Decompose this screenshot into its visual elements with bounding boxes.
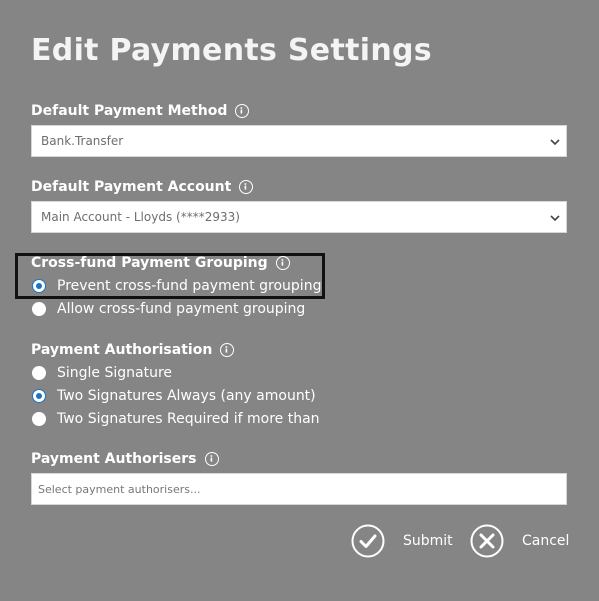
radio-label: Single Signature	[57, 365, 173, 381]
check-icon	[351, 524, 385, 558]
info-icon[interactable]	[220, 343, 235, 357]
authorisers-label: Payment Authorisers	[31, 451, 219, 467]
cancel-label: Cancel	[522, 533, 570, 549]
authorisers-input[interactable]	[31, 473, 567, 505]
payment-method-label: Default Payment Method	[31, 103, 250, 119]
payment-account-value: Main Account - Lloyds (****2933)	[41, 210, 240, 224]
cross-fund-label-text: Cross-fund Payment Grouping	[31, 255, 268, 271]
radio-button[interactable]	[32, 366, 46, 380]
submit-button[interactable]: Submit	[351, 524, 453, 558]
info-icon[interactable]	[235, 104, 250, 118]
authorisers-label-text: Payment Authorisers	[31, 451, 197, 467]
radio-button[interactable]	[32, 302, 46, 316]
payment-account-select[interactable]: Main Account - Lloyds (****2933)	[31, 201, 567, 233]
payment-method-label-text: Default Payment Method	[31, 103, 228, 119]
cross-fund-label: Cross-fund Payment Grouping	[31, 255, 290, 271]
authorisation-label-text: Payment Authorisation	[31, 342, 213, 358]
page-title: Edit Payments Settings	[31, 33, 432, 68]
radio-prevent-cross-fund[interactable]: Prevent cross-fund payment grouping	[31, 278, 321, 294]
info-icon[interactable]	[275, 256, 290, 270]
cancel-button[interactable]: Cancel	[470, 524, 569, 558]
info-icon[interactable]	[239, 180, 254, 194]
payment-method-value: Bank.Transfer	[41, 134, 124, 148]
radio-label: Two Signatures Required if more than	[57, 411, 320, 427]
radio-two-signatures-always[interactable]: Two Signatures Always (any amount)	[31, 388, 316, 404]
radio-two-signatures-threshold[interactable]: Two Signatures Required if more than	[31, 411, 320, 427]
authorisation-label: Payment Authorisation	[31, 342, 235, 358]
payment-account-label-text: Default Payment Account	[31, 179, 232, 195]
chevron-down-icon	[550, 139, 560, 146]
payment-account-label: Default Payment Account	[31, 179, 254, 195]
radio-label: Prevent cross-fund payment grouping	[57, 278, 322, 294]
radio-allow-cross-fund[interactable]: Allow cross-fund payment grouping	[31, 301, 305, 317]
chevron-down-icon	[550, 215, 560, 222]
radio-single-signature[interactable]: Single Signature	[31, 365, 172, 381]
submit-label: Submit	[403, 533, 453, 549]
radio-button[interactable]	[32, 389, 46, 403]
radio-label: Allow cross-fund payment grouping	[57, 301, 306, 317]
radio-button[interactable]	[32, 412, 46, 426]
payment-method-select[interactable]: Bank.Transfer	[31, 125, 567, 157]
info-icon[interactable]	[204, 452, 219, 466]
radio-button[interactable]	[32, 279, 46, 293]
close-icon	[470, 524, 504, 558]
radio-label: Two Signatures Always (any amount)	[57, 388, 316, 404]
